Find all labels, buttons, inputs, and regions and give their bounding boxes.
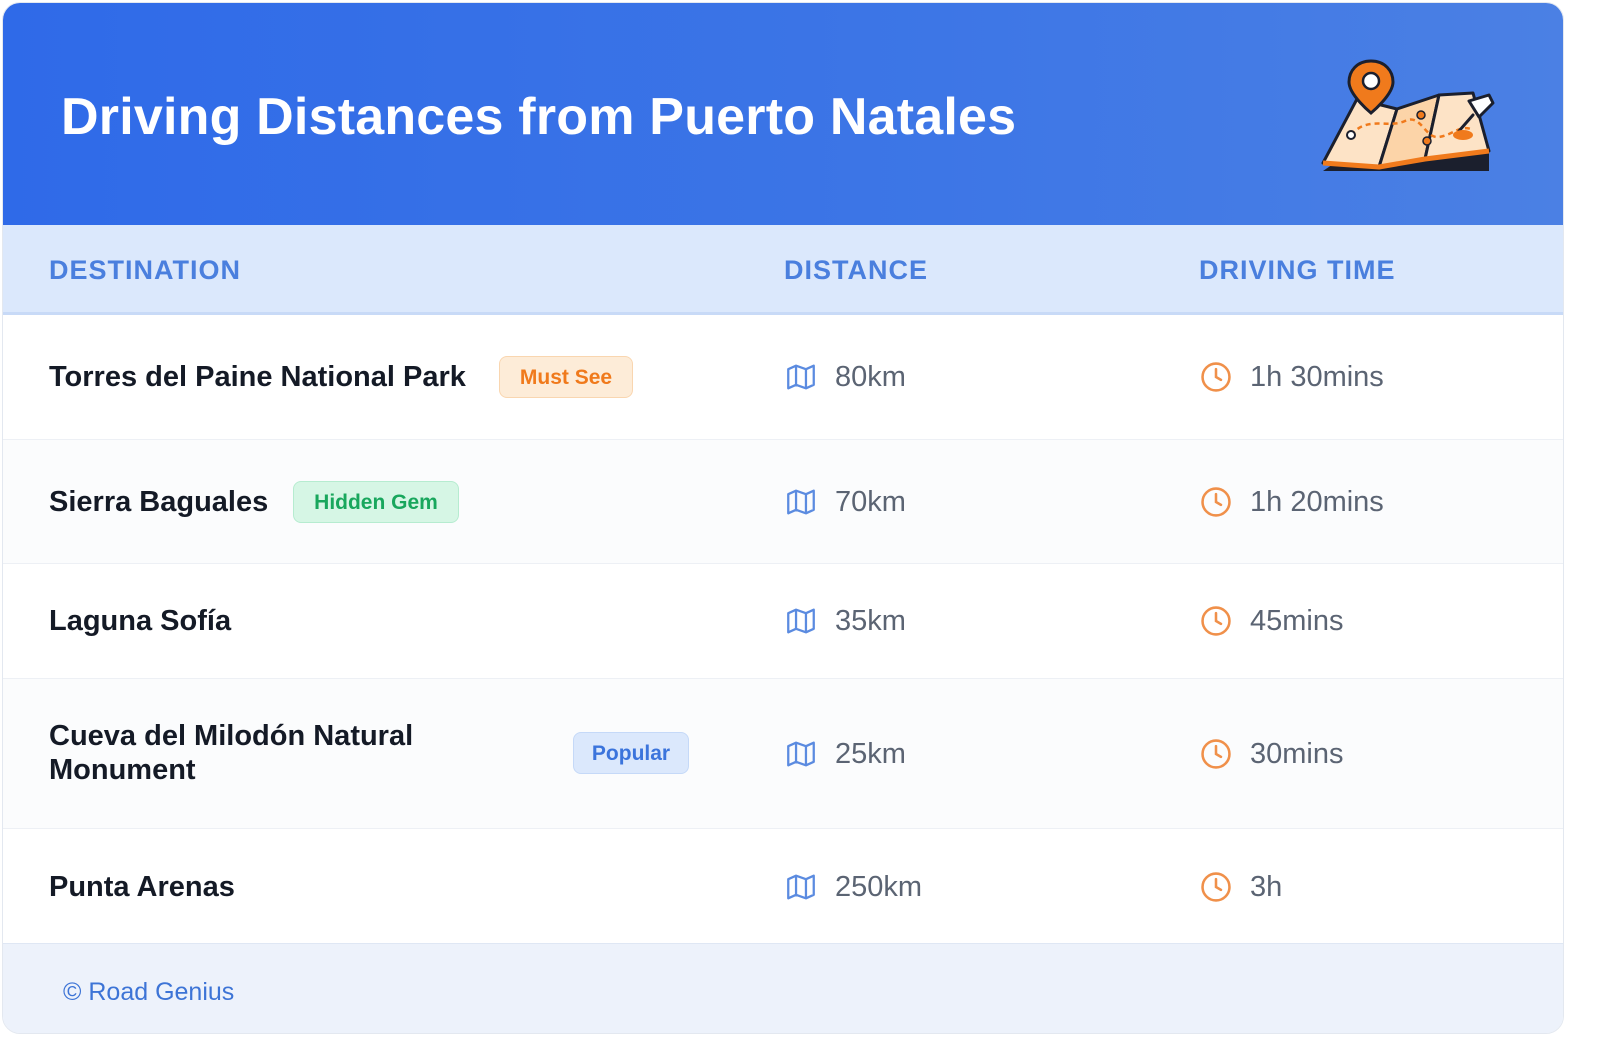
- copyright-text: © Road Genius: [63, 978, 235, 1006]
- destination-name: Torres del Paine National Park: [49, 361, 466, 393]
- table-row: Cueva del Milodón Natural Monument Popul…: [3, 679, 1563, 829]
- must-see-badge: Must See: [499, 356, 633, 398]
- table-row: Punta Arenas 250km 3h: [3, 829, 1563, 943]
- popular-badge: Popular: [573, 732, 689, 774]
- page-title: Driving Distances from Puerto Natales: [61, 88, 1017, 146]
- driving-time-value: 3h: [1250, 871, 1283, 903]
- header-banner: Driving Distances from Puerto Natales: [3, 3, 1563, 225]
- map-icon: [787, 608, 815, 634]
- table-row: Torres del Paine National Park Must See …: [3, 315, 1563, 440]
- clock-icon: [1201, 739, 1231, 769]
- driving-time-value: 30mins: [1250, 738, 1344, 770]
- distance-value: 25km: [835, 738, 906, 770]
- clock-icon: [1201, 487, 1231, 517]
- table-row: Laguna Sofía 35km 45mins: [3, 564, 1563, 679]
- hidden-gem-badge: Hidden Gem: [293, 481, 459, 523]
- destination-name: Laguna Sofía: [49, 605, 232, 637]
- distance-value: 250km: [835, 871, 923, 903]
- driving-time-value: 45mins: [1250, 605, 1344, 637]
- destination-name: Punta Arenas: [49, 871, 235, 903]
- destination-name: Sierra Baguales: [49, 486, 269, 518]
- clock-icon: [1201, 362, 1231, 392]
- clock-icon: [1201, 606, 1231, 636]
- clock-icon: [1201, 872, 1231, 902]
- map-icon: [787, 489, 815, 515]
- distance-table-card: Driving Distances from Puerto Natales DE…: [2, 2, 1564, 1034]
- distance-value: 80km: [835, 361, 906, 393]
- driving-time-value: 1h 30mins: [1250, 361, 1384, 393]
- distance-value: 35km: [835, 605, 906, 637]
- column-header-destination: DESTINATION: [49, 255, 241, 285]
- map-icon: [787, 741, 815, 767]
- driving-time-value: 1h 20mins: [1250, 486, 1384, 518]
- table-row: Sierra Baguales Hidden Gem 70km 1h 20min…: [3, 440, 1563, 564]
- table-header-row: DESTINATION DISTANCE DRIVING TIME: [3, 225, 1563, 315]
- map-icon: [787, 874, 815, 900]
- distance-value: 70km: [835, 486, 906, 518]
- folded-map-with-pins-icon: [1321, 59, 1495, 171]
- footer: © Road Genius: [3, 943, 1563, 1033]
- map-icon: [787, 364, 815, 390]
- destination-name: Cueva del Milodón Natural Monument: [49, 720, 414, 786]
- column-header-distance: DISTANCE: [784, 255, 929, 285]
- column-header-driving-time: DRIVING TIME: [1199, 255, 1396, 285]
